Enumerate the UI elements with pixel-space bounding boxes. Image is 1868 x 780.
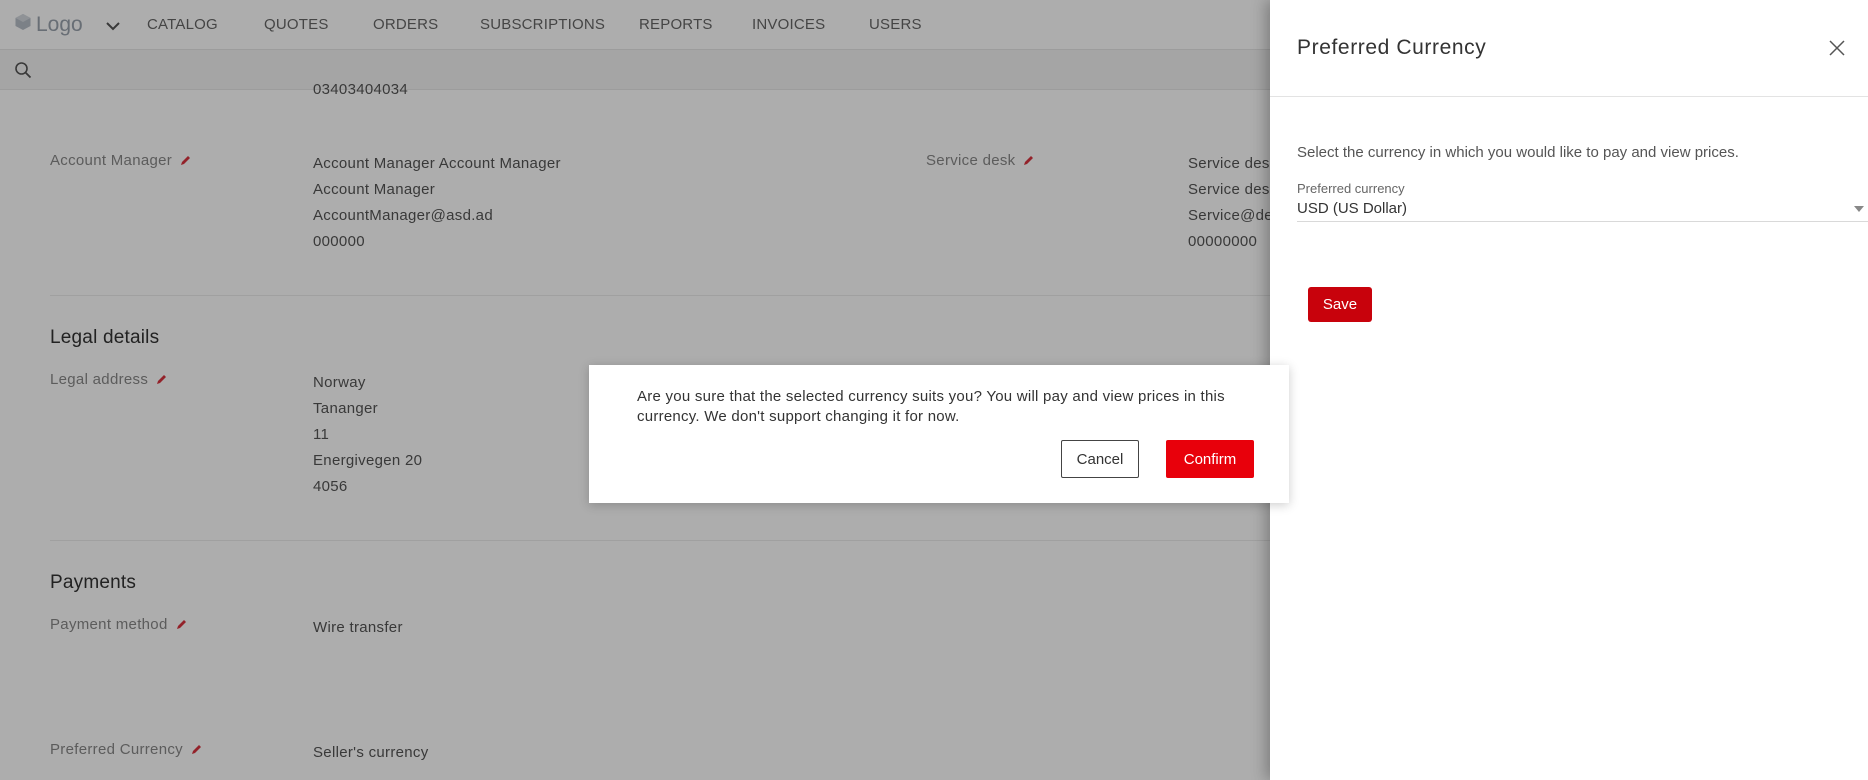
close-icon[interactable] [1828, 39, 1846, 57]
drawer-description: Select the currency in which you would l… [1297, 144, 1739, 161]
cancel-button[interactable]: Cancel [1061, 440, 1139, 478]
dialog-message: Are you sure that the selected currency … [637, 388, 1225, 425]
preferred-currency-field-label: Preferred currency [1297, 181, 1405, 196]
confirm-button[interactable]: Confirm [1166, 440, 1254, 478]
confirm-currency-dialog: Are you sure that the selected currency … [589, 365, 1289, 503]
preferred-currency-select[interactable]: USD (US Dollar) [1297, 198, 1868, 222]
drawer-header: Preferred Currency [1270, 0, 1868, 97]
preferred-currency-drawer: Preferred Currency Select the currency i… [1270, 0, 1868, 780]
save-button[interactable]: Save [1308, 287, 1372, 322]
selected-currency: USD (US Dollar) [1297, 200, 1408, 217]
drawer-title: Preferred Currency [1297, 36, 1487, 59]
caret-down-icon [1854, 206, 1864, 212]
